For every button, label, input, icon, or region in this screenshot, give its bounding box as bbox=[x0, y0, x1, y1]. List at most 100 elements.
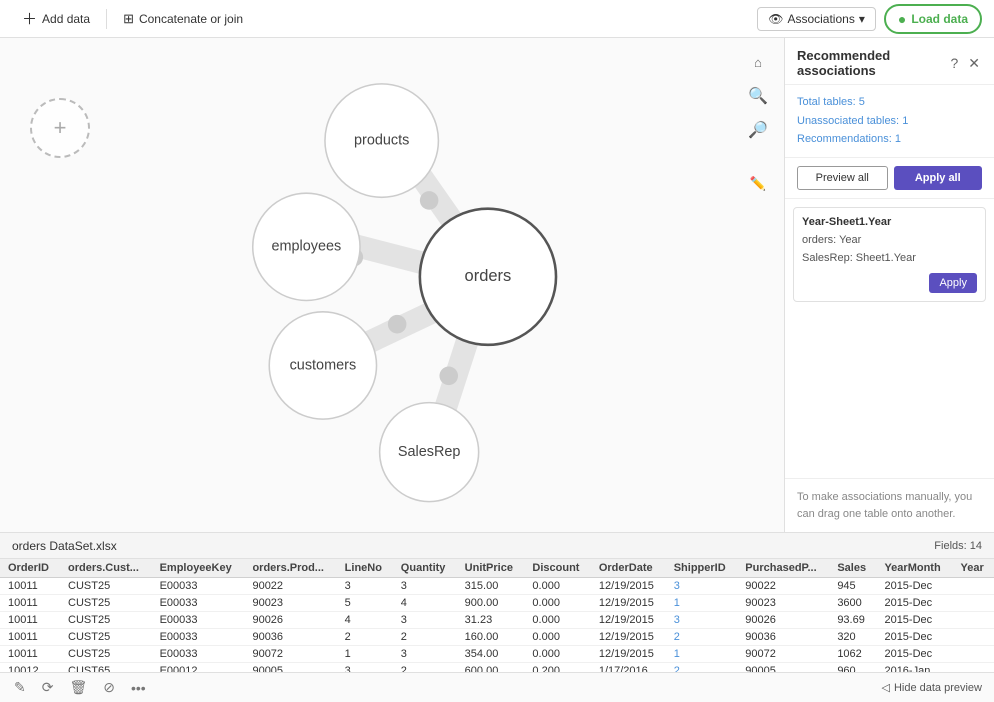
rec-apply-button[interactable]: Apply bbox=[929, 273, 977, 293]
table-cell[interactable]: 1 bbox=[666, 595, 738, 612]
table-cell: 0.000 bbox=[524, 612, 590, 629]
table-cell[interactable]: 3 bbox=[666, 612, 738, 629]
add-data-button[interactable]: ＋ Add data bbox=[12, 4, 100, 33]
footer-icons: ✎ ⟳ 🗑 ⊘ ••• bbox=[12, 677, 148, 698]
table-cell: 2015-Dec bbox=[876, 629, 952, 646]
column-header: Sales bbox=[829, 559, 876, 578]
home-icon: ⌂ bbox=[754, 55, 762, 70]
table-cell: 160.00 bbox=[457, 629, 525, 646]
table-cell: 12/19/2015 bbox=[591, 629, 666, 646]
table-row: 10011CUST25E000339002233315.000.00012/19… bbox=[0, 578, 994, 595]
preview-all-button[interactable]: Preview all bbox=[797, 166, 888, 190]
table-row: 10011CUST25E000339007213354.000.00012/19… bbox=[0, 646, 994, 663]
table-cell: 0.000 bbox=[524, 578, 590, 595]
panel-footer: To make associations manually, you can d… bbox=[785, 478, 994, 532]
table-cell: E00033 bbox=[152, 578, 245, 595]
node-employees-label: employees bbox=[271, 239, 341, 255]
table-cell: E00033 bbox=[152, 612, 245, 629]
table-cell: 93.69 bbox=[829, 612, 876, 629]
table-cell: 90023 bbox=[244, 595, 336, 612]
zoom-in-button[interactable]: 🔍 bbox=[744, 82, 772, 110]
table-cell: 3600 bbox=[829, 595, 876, 612]
table-cell: 10011 bbox=[0, 646, 60, 663]
associations-button[interactable]: 👁 Associations ▾ bbox=[757, 7, 876, 31]
table-cell: E00033 bbox=[152, 646, 245, 663]
table-cell[interactable]: 3 bbox=[666, 578, 738, 595]
table-cell bbox=[953, 612, 994, 629]
table-cell: 4 bbox=[393, 595, 457, 612]
column-header: EmployeeKey bbox=[152, 559, 245, 578]
column-header: PurchasedP... bbox=[737, 559, 829, 578]
table-cell: 10011 bbox=[0, 629, 60, 646]
table-cell bbox=[953, 578, 994, 595]
table-cell: CUST25 bbox=[60, 595, 152, 612]
table-cell: 1/17/2016 bbox=[591, 663, 666, 673]
table-cell: 1062 bbox=[829, 646, 876, 663]
table-cell: 90026 bbox=[244, 612, 336, 629]
table-cell: 90005 bbox=[737, 663, 829, 673]
pointer-tool-button[interactable]: ✏️ bbox=[744, 170, 772, 198]
zoom-out-button[interactable]: 🔎 bbox=[744, 116, 772, 144]
table-cell: CUST65 bbox=[60, 663, 152, 673]
table-cell: 2015-Dec bbox=[876, 595, 952, 612]
hide-data-preview-button[interactable]: ◁ Hide data preview bbox=[881, 681, 982, 694]
rec-title: Year-Sheet1.Year bbox=[802, 216, 977, 228]
table-cell: 90023 bbox=[737, 595, 829, 612]
table-cell: 2015-Dec bbox=[876, 578, 952, 595]
table-cell[interactable]: 2 bbox=[666, 629, 738, 646]
close-panel-button[interactable]: ✕ bbox=[966, 55, 982, 72]
table-cell: 0.000 bbox=[524, 646, 590, 663]
table-cell: 3 bbox=[393, 646, 457, 663]
table-cell[interactable]: 1 bbox=[666, 646, 738, 663]
recommendations-value: 1 bbox=[895, 133, 901, 145]
table-cell: E00012 bbox=[152, 663, 245, 673]
concat-join-button[interactable]: ⊞ Concatenate or join bbox=[113, 7, 253, 31]
table-scroll[interactable]: OrderIDorders.Cust...EmployeeKeyorders.P… bbox=[0, 559, 994, 672]
load-data-label: Load data bbox=[911, 12, 968, 26]
data-table-area: orders DataSet.xlsx Fields: 14 OrderIDor… bbox=[0, 532, 994, 702]
more-icon-button[interactable]: ••• bbox=[129, 677, 148, 698]
refresh-icon-button[interactable]: ⟳ bbox=[40, 677, 56, 698]
table-title-group: orders DataSet.xlsx bbox=[12, 539, 117, 553]
table-cell: 2 bbox=[337, 629, 393, 646]
delete-icon-button[interactable]: 🗑 bbox=[67, 677, 89, 698]
dataset-name: DataSet.xlsx bbox=[49, 539, 116, 553]
panel-header: Recommended associations ? ✕ bbox=[785, 38, 994, 85]
help-button[interactable]: ? bbox=[948, 55, 960, 72]
canvas-tools: ⌂ 🔍 🔎 ✏️ bbox=[744, 48, 772, 198]
table-cell: 90036 bbox=[737, 629, 829, 646]
home-tool-button[interactable]: ⌂ bbox=[744, 48, 772, 76]
column-header: Year bbox=[953, 559, 994, 578]
hide-preview-label: Hide data preview bbox=[894, 682, 982, 694]
connector-salesrep-orders bbox=[439, 366, 458, 385]
filter-icon-button[interactable]: ⊘ bbox=[101, 677, 117, 698]
table-cell: 2015-Dec bbox=[876, 646, 952, 663]
rec-details: orders: Year SalesRep: Sheet1.Year bbox=[802, 232, 977, 267]
column-header: ShipperID bbox=[666, 559, 738, 578]
table-cell: 12/19/2015 bbox=[591, 612, 666, 629]
associations-label: Associations bbox=[787, 12, 854, 26]
load-data-button[interactable]: ● Load data bbox=[884, 4, 982, 34]
table-cell bbox=[953, 663, 994, 673]
edit-icon-button[interactable]: ✎ bbox=[12, 677, 28, 698]
table-footer: ✎ ⟳ 🗑 ⊘ ••• ◁ Hide data preview bbox=[0, 672, 994, 702]
total-tables-label: Total tables: bbox=[797, 96, 856, 108]
table-cell: 2015-Dec bbox=[876, 612, 952, 629]
table-cell: 3 bbox=[337, 578, 393, 595]
node-products-label: products bbox=[354, 132, 409, 148]
table-row: 10011CUST25E000339002354900.000.00012/19… bbox=[0, 595, 994, 612]
pointer-icon: ✏️ bbox=[750, 176, 767, 192]
fields-count: Fields: 14 bbox=[934, 540, 982, 552]
column-header: OrderDate bbox=[591, 559, 666, 578]
table-row: 10012CUST65E000129000532600.000.2001/17/… bbox=[0, 663, 994, 673]
node-salesrep-label: SalesRep bbox=[398, 444, 461, 460]
table-cell: 90026 bbox=[737, 612, 829, 629]
concat-icon: ⊞ bbox=[123, 11, 134, 27]
table-cell: 900.00 bbox=[457, 595, 525, 612]
total-tables-value: 5 bbox=[859, 96, 865, 108]
table-cell[interactable]: 2 bbox=[666, 663, 738, 673]
table-cell: 90022 bbox=[737, 578, 829, 595]
column-header: YearMonth bbox=[876, 559, 952, 578]
apply-all-button[interactable]: Apply all bbox=[894, 166, 983, 190]
table-row: 10011CUST25E000339003622160.000.00012/19… bbox=[0, 629, 994, 646]
